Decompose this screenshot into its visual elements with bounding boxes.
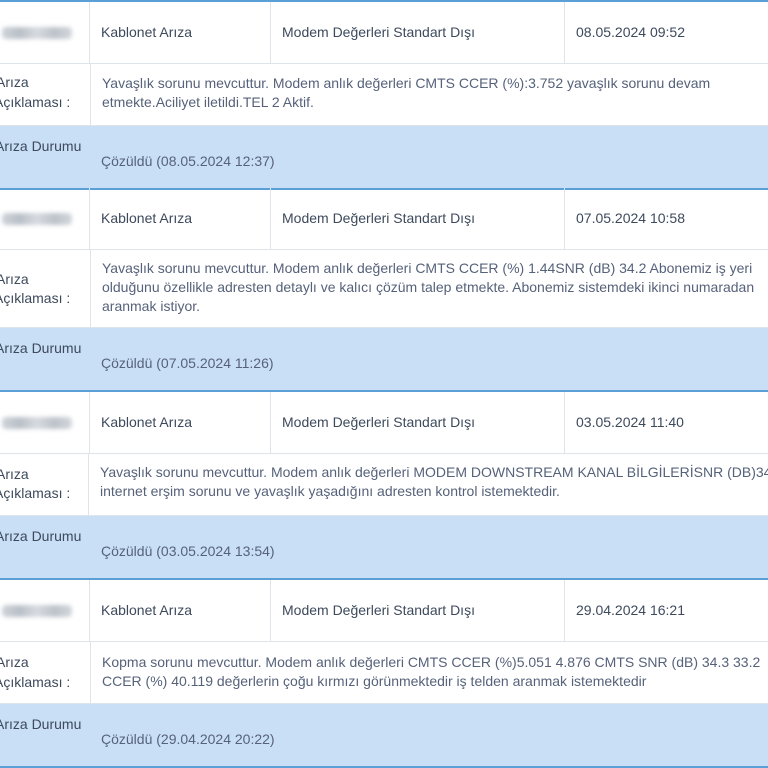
record-id-blurred	[0, 188, 90, 249]
fault-reason: Modem Değerleri Standart Dışı	[271, 188, 565, 249]
status-label: Arıza Durumu	[0, 138, 82, 154]
status-row: Arıza Durumu Çözüldü (07.05.2024 11:26)	[0, 328, 768, 390]
description-row: Arıza Açıklaması : Yavaşlık sorunu mevcu…	[0, 250, 768, 328]
fault-reason: Modem Değerleri Standart Dışı	[271, 392, 565, 453]
fault-type: Kablonet Arıza	[90, 580, 271, 641]
redacted-id	[2, 212, 72, 225]
record-id-blurred	[0, 580, 90, 641]
record-header-row: Kablonet Arıza Modem Değerleri Standart …	[0, 392, 768, 454]
status-row: Arıza Durumu Çözüldü (03.05.2024 13:54)	[0, 516, 768, 578]
status-row: Arıza Durumu Çözüldü (08.05.2024 12:37)	[0, 126, 768, 188]
fault-date: 08.05.2024 09:52	[576, 24, 685, 40]
fault-status: Çözüldü (29.04.2024 20:22)	[101, 730, 275, 747]
fault-description: Yavaşlık sorunu mevcuttur. Modem anlık d…	[100, 464, 768, 499]
fault-status: Çözüldü (03.05.2024 13:54)	[101, 542, 275, 559]
fault-date: 03.05.2024 11:40	[576, 414, 684, 430]
fault-description: Yavaşlık sorunu mevcuttur. Modem anlık d…	[102, 75, 711, 110]
fault-record: Kablonet Arıza Modem Değerleri Standart …	[0, 580, 768, 768]
description-label: Arıza Açıklaması :	[0, 454, 90, 515]
fault-date: 29.04.2024 16:21	[576, 602, 685, 618]
fault-date: 07.05.2024 10:58	[576, 210, 685, 226]
description-label: Arıza Açıklaması :	[0, 250, 91, 327]
fault-description: Kopma sorunu mevcuttur. Modem anlık değe…	[102, 654, 761, 689]
fault-description: Yavaşlık sorunu mevcuttur. Modem anlık d…	[102, 260, 755, 314]
record-header-row: Kablonet Arıza Modem Değerleri Standart …	[0, 188, 768, 250]
description-row: Arıza Açıklaması : Yavaşlık sorunu mevcu…	[0, 454, 768, 516]
description-label: Arıza Açıklaması :	[0, 64, 91, 125]
fault-records-table: Kablonet Arıza Modem Değerleri Standart …	[0, 0, 768, 768]
fault-record: Kablonet Arıza Modem Değerleri Standart …	[0, 392, 768, 580]
record-header-row: Kablonet Arıza Modem Değerleri Standart …	[0, 580, 768, 642]
record-id-blurred	[0, 2, 90, 63]
status-label: Arıza Durumu	[0, 716, 82, 732]
description-row: Arıza Açıklaması : Yavaşlık sorunu mevcu…	[0, 64, 768, 126]
redacted-id	[2, 604, 72, 617]
fault-record: Kablonet Arıza Modem Değerleri Standart …	[0, 0, 768, 190]
record-header-row: Kablonet Arıza Modem Değerleri Standart …	[0, 2, 768, 64]
record-id-blurred	[0, 392, 90, 453]
fault-record: Kablonet Arıza Modem Değerleri Standart …	[0, 188, 768, 392]
redacted-id	[2, 26, 72, 39]
fault-type: Kablonet Arıza	[90, 188, 271, 249]
description-row: Arıza Açıklaması : Kopma sorunu mevcuttu…	[0, 642, 768, 704]
status-row: Arıza Durumu Çözüldü (29.04.2024 20:22)	[0, 704, 768, 766]
status-label: Arıza Durumu	[0, 340, 82, 356]
status-label: Arıza Durumu	[0, 528, 82, 544]
description-label: Arıza Açıklaması :	[0, 642, 91, 703]
fault-reason: Modem Değerleri Standart Dışı	[271, 2, 565, 63]
fault-status: Çözüldü (08.05.2024 12:37)	[101, 152, 275, 169]
fault-status: Çözüldü (07.05.2024 11:26)	[101, 354, 274, 371]
fault-reason: Modem Değerleri Standart Dışı	[271, 580, 565, 641]
redacted-id	[2, 416, 72, 429]
fault-type: Kablonet Arıza	[90, 2, 271, 63]
fault-type: Kablonet Arıza	[90, 392, 271, 453]
